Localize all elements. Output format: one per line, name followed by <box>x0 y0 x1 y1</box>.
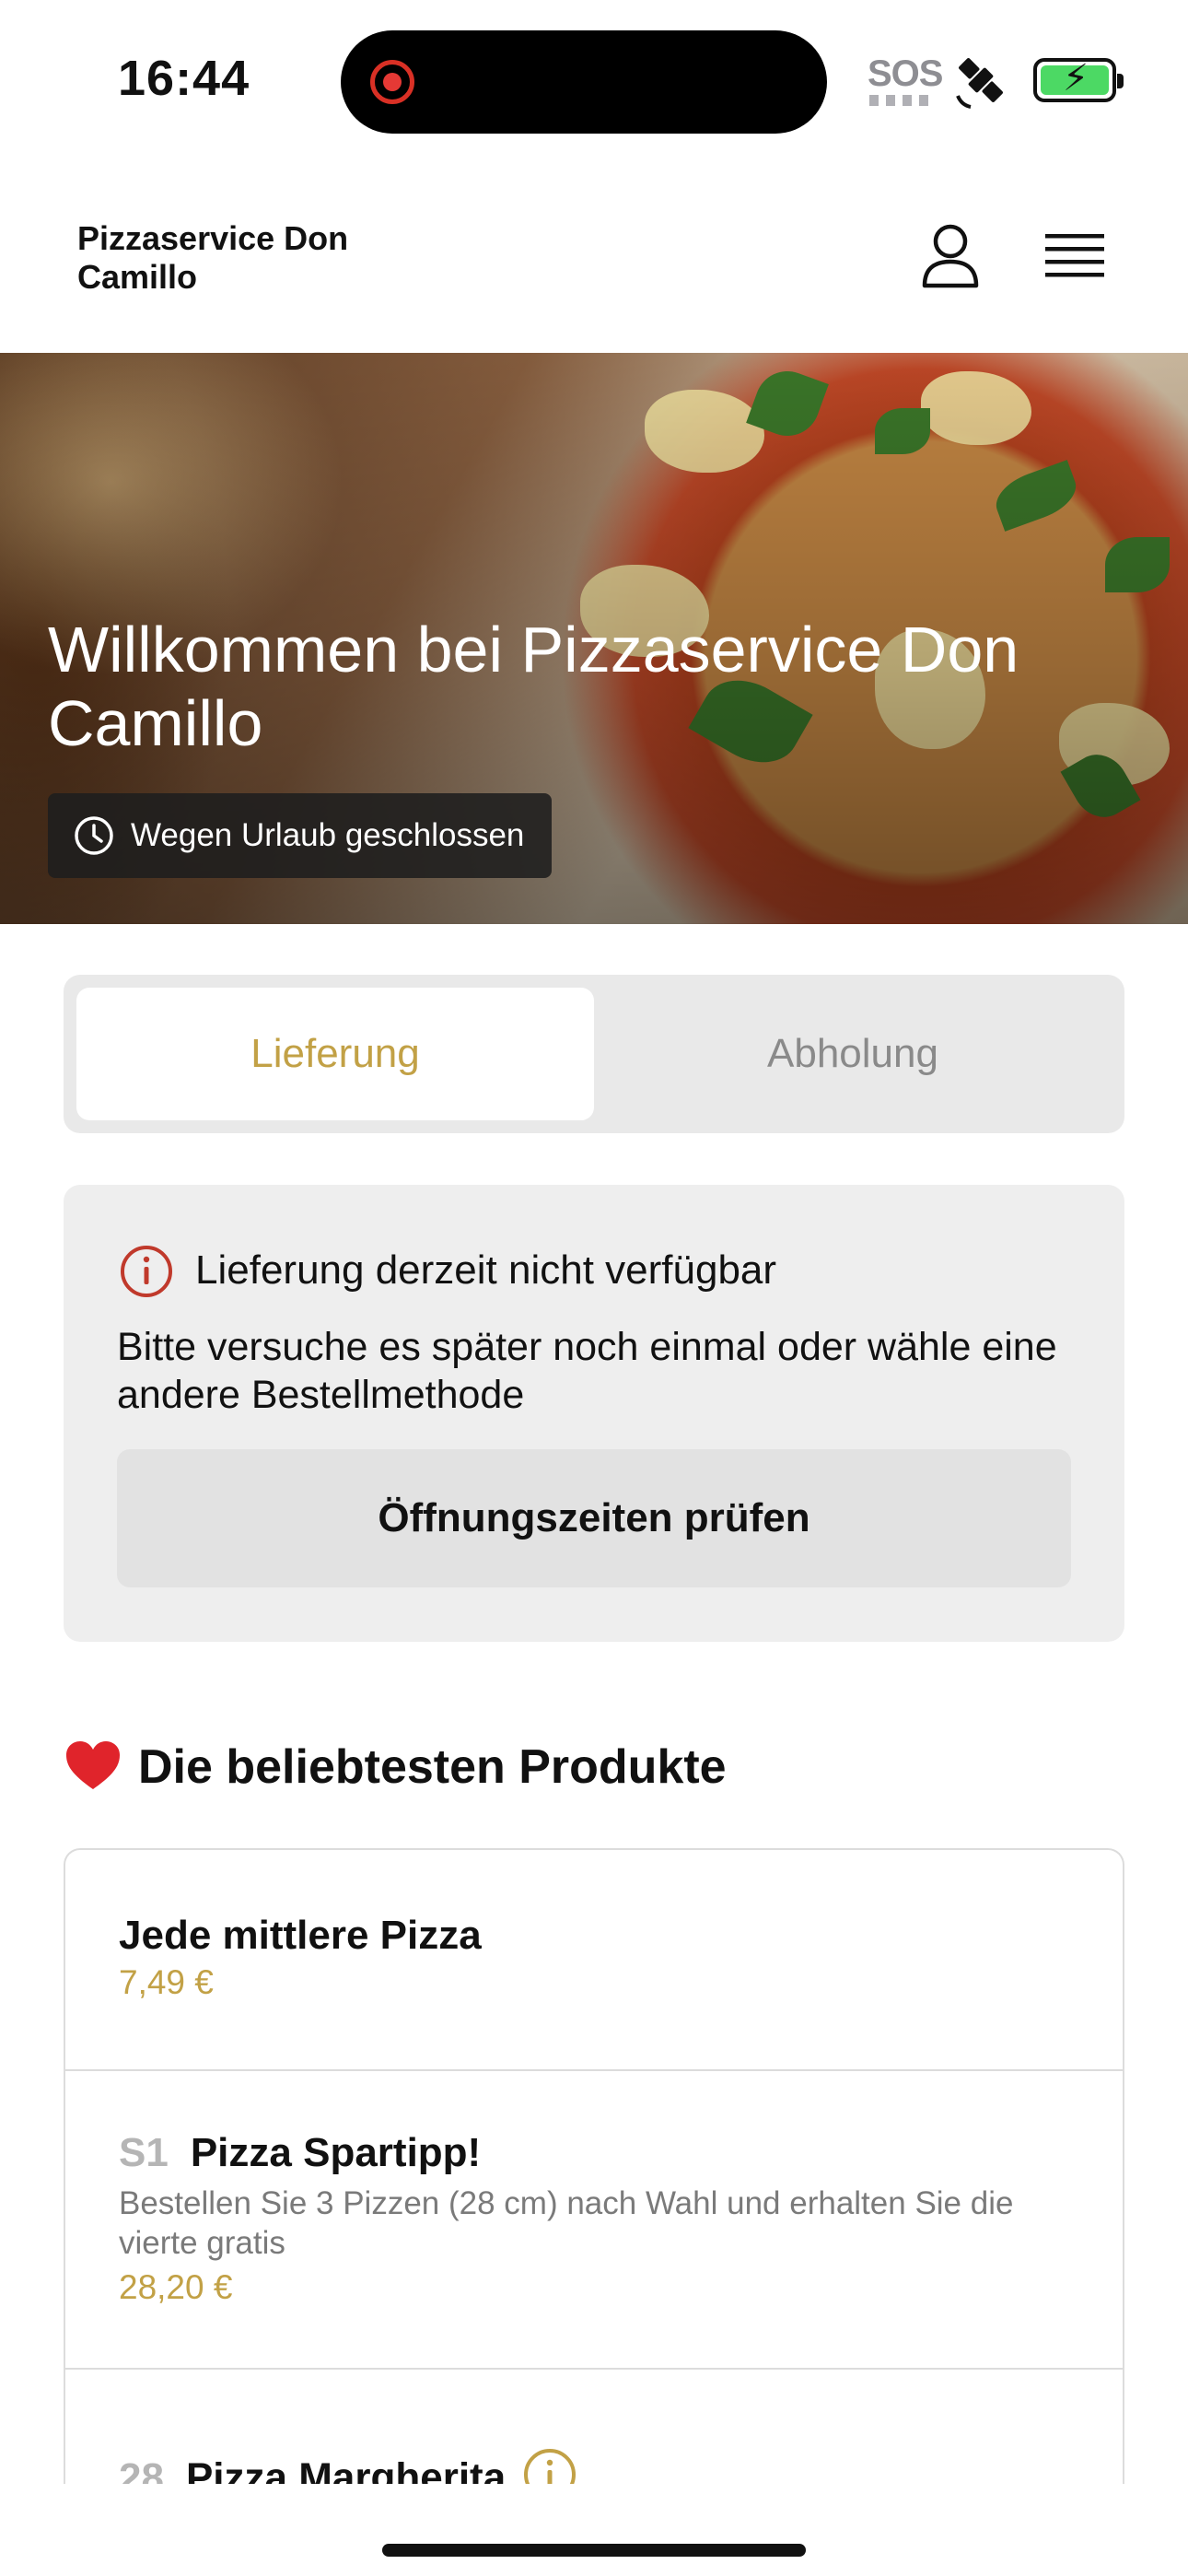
home-indicator[interactable] <box>382 2544 806 2557</box>
product-item[interactable]: Jede mittlere Pizza 7,49 € <box>65 1850 1123 2071</box>
product-name: Pizza Spartipp! <box>190 2130 482 2175</box>
user-icon[interactable] <box>921 223 980 289</box>
delivery-unavailable-card: Lieferung derzeit nicht verfügbar Bitte … <box>64 1185 1124 1642</box>
sos-indicator: SOS <box>868 53 943 94</box>
status-badge: Wegen Urlaub geschlossen <box>48 793 553 878</box>
product-description: Bestellen Sie 3 Pizzen (28 cm) nach Wahl… <box>119 2185 1014 2261</box>
alert-text: Bitte versuche es später noch einmal ode… <box>117 1325 1057 1417</box>
battery-icon: ⚡ <box>1033 58 1124 102</box>
heart-icon <box>66 1741 120 1789</box>
status-time: 16:44 <box>118 51 250 106</box>
section-title: Die beliebtesten Produkte <box>138 1740 727 1794</box>
product-price: 7,49 € <box>119 1963 214 2001</box>
product-number: S1 <box>119 2130 169 2175</box>
check-opening-hours-button[interactable]: Öffnungszeiten prüfen <box>117 1449 1071 1587</box>
product-list: Jede mittlere Pizza 7,49 € S1 Pizza Spart… <box>64 1848 1124 2484</box>
info-icon <box>121 1246 172 1297</box>
tab-pickup[interactable]: Abholung <box>594 988 1112 1120</box>
product-item[interactable]: 28 Pizza Margherita <box>65 2370 1123 2484</box>
dynamic-island <box>341 30 827 134</box>
product-price: 28,20 € <box>119 2268 233 2306</box>
status-bar: 16:44 SOS ⚡ <box>0 0 1188 157</box>
hero-title: Willkommen bei Pizzaservice Don Camillo <box>48 614 1019 759</box>
hero-banner: Willkommen bei Pizzaservice Don Camillo … <box>0 353 1188 924</box>
alert-title: Lieferung derzeit nicht verfügbar <box>195 1247 777 1293</box>
clock-icon <box>75 816 113 855</box>
brand-name[interactable]: Pizzaservice Don Camillo <box>77 219 427 297</box>
tab-delivery[interactable]: Lieferung <box>76 988 594 1120</box>
app-header: Pizzaservice Don Camillo <box>0 157 1188 353</box>
order-mode-toggle: Lieferung Abholung <box>64 975 1124 1133</box>
satellite-icon <box>956 58 1003 109</box>
signal-dots-icon <box>869 95 930 106</box>
product-number: 28 <box>119 2454 164 2484</box>
product-name: Pizza Margherita <box>185 2454 507 2484</box>
recording-indicator-icon <box>370 60 414 104</box>
status-badge-label: Wegen Urlaub geschlossen <box>131 817 525 853</box>
product-name: Jede mittlere Pizza <box>119 1913 482 1958</box>
product-item[interactable]: S1 Pizza Spartipp! Bestellen Sie 3 Pizzen… <box>65 2071 1123 2370</box>
menu-icon[interactable] <box>1045 230 1104 282</box>
product-info-icon[interactable] <box>522 2447 577 2484</box>
